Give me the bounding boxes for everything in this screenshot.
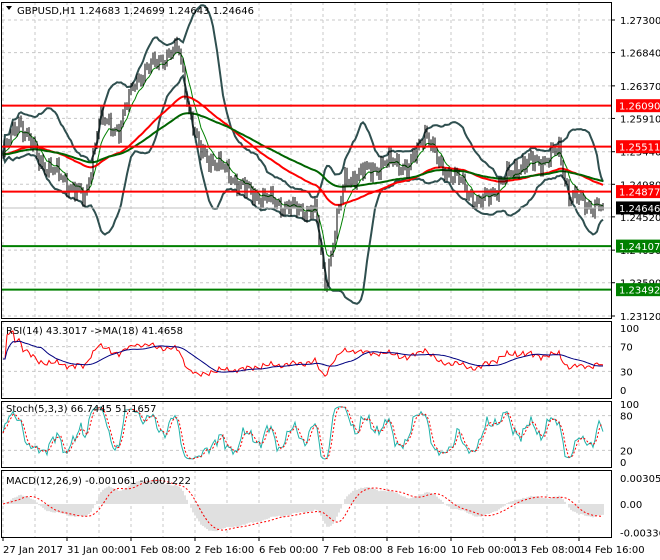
level-price-label-text: 1.23492 bbox=[619, 286, 660, 297]
level-price-label: 1.24107 bbox=[616, 239, 660, 253]
time-axis-label: 6 Feb 00:00 bbox=[259, 545, 318, 556]
stoch-axis-label: 20 bbox=[620, 446, 633, 457]
rsi-axis-label: 70 bbox=[620, 343, 633, 354]
price-axis-label: 1.23120 bbox=[620, 312, 660, 323]
current-price-label-text: 1.24646 bbox=[619, 204, 660, 215]
time-axis-label: 14 Feb 16:00 bbox=[579, 545, 645, 556]
time-axis-label: 7 Feb 08:00 bbox=[323, 545, 382, 556]
rsi-title: RSI(14) 43.3017 ->MA(18) 41.4658 bbox=[6, 326, 183, 337]
level-price-label: 1.24877 bbox=[616, 185, 660, 199]
rsi-axis-label: 30 bbox=[620, 367, 633, 378]
level-price-label-text: 1.26090 bbox=[619, 102, 660, 113]
price-axis-label: 1.26370 bbox=[620, 82, 660, 93]
macd-axis-label: 0.00 bbox=[620, 500, 642, 511]
price-axis-label: 1.27300 bbox=[620, 16, 660, 27]
time-axis-label: 10 Feb 00:00 bbox=[451, 545, 517, 556]
macd-axis-label: 0.003059 bbox=[620, 474, 660, 485]
level-price-label: 1.23492 bbox=[616, 283, 660, 297]
rsi-axis-label: 0 bbox=[620, 386, 626, 397]
time-axis-label: 1 Feb 08:00 bbox=[131, 545, 190, 556]
macd-axis-label: -0.003366 bbox=[620, 529, 660, 540]
level-price-label-text: 1.25511 bbox=[619, 143, 660, 154]
level-price-label: 1.25511 bbox=[616, 140, 660, 154]
symbol-timeframe: GBPUSD,H1 bbox=[17, 6, 76, 17]
level-price-label: 1.26090 bbox=[616, 99, 660, 113]
stoch-axis-label: 80 bbox=[620, 412, 633, 423]
price-axis-label: 1.26840 bbox=[620, 49, 660, 60]
level-price-label-text: 1.24107 bbox=[619, 242, 660, 253]
rsi-axis-label: 100 bbox=[620, 324, 639, 335]
price-axis-label: 1.25910 bbox=[620, 114, 660, 125]
time-axis-label: 2 Feb 16:00 bbox=[195, 545, 254, 556]
current-price-label: 1.24646 bbox=[616, 201, 660, 215]
stoch-title: Stoch(5,3,3) 66.7445 51.1657 bbox=[6, 404, 157, 415]
stoch-axis-label: 100 bbox=[620, 400, 639, 411]
stoch-axis-label: 0 bbox=[620, 458, 626, 469]
ohlc-values: 1.24683 1.24699 1.24643 1.24646 bbox=[79, 6, 254, 17]
time-axis-label: 31 Jan 00:00 bbox=[67, 545, 130, 556]
time-axis-label: 13 Feb 08:00 bbox=[515, 545, 581, 556]
trading-chart[interactable]: 1.273001.268401.263701.259101.254401.249… bbox=[0, 0, 660, 560]
time-axis-label: 27 Jan 2017 bbox=[3, 545, 63, 556]
macd-title: MACD(12,26,9) -0.001061 -0.001222 bbox=[6, 476, 191, 487]
level-price-label-text: 1.24877 bbox=[619, 188, 660, 199]
time-axis-label: 8 Feb 16:00 bbox=[387, 545, 446, 556]
chart-header: GBPUSD,H1 1.24683 1.24699 1.24643 1.2464… bbox=[6, 6, 254, 17]
